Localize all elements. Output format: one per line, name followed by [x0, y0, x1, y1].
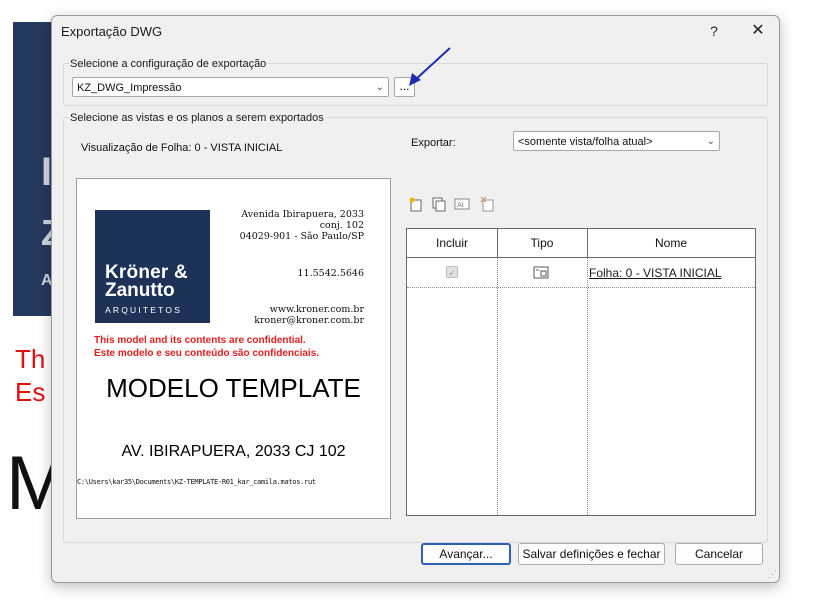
column-divider — [587, 229, 589, 258]
column-header-name[interactable]: Nome — [587, 229, 755, 258]
include-checkbox[interactable]: ✓ — [446, 266, 458, 278]
confidential-notice-en: This model and its contents are confiden… — [94, 335, 306, 346]
export-config-value: KZ_DWG_Impressão — [77, 82, 182, 94]
export-config-select[interactable]: KZ_DWG_Impressão ⌄ — [72, 77, 389, 97]
edit-config-button[interactable]: ... — [394, 77, 415, 97]
export-scope-select[interactable]: <somente vista/folha atual> ⌄ — [513, 131, 720, 151]
export-scope-value: <somente vista/folha atual> — [518, 136, 653, 148]
close-button[interactable]: ✕ — [746, 20, 770, 42]
export-dwg-dialog: Exportação DWG ? ✕ Selecione a configura… — [51, 15, 780, 583]
chevron-down-icon: ⌄ — [375, 82, 384, 93]
sheet-name-link[interactable]: Folha: 0 - VISTA INICIAL — [589, 266, 722, 280]
column-divider — [587, 258, 589, 515]
address-line: conj. 102 — [319, 220, 364, 231]
dialog-title: Exportação DWG — [61, 24, 163, 39]
views-table: Incluir Tipo Nome ✓ Folha: 0 - VISTA INI… — [406, 228, 756, 516]
background-red-text: Es — [15, 377, 46, 407]
email-text: kroner@kroner.com.br — [254, 315, 364, 326]
views-group-label: Selecione as vistas e os planos a serem … — [69, 112, 325, 124]
help-button[interactable]: ? — [703, 20, 725, 42]
sheet-icon — [533, 265, 549, 282]
sheet-preview: Kröner & Zanutto ARQUITETOS Avenida Ibir… — [76, 178, 391, 519]
rename-set-icon[interactable]: AI — [454, 196, 470, 212]
sheet-view-label: Visualização de Folha: 0 - VISTA INICIAL — [81, 142, 283, 154]
cancel-button[interactable]: Cancelar — [675, 543, 763, 565]
address-line: 04029-901 - São Paulo/SP — [239, 231, 364, 242]
next-button[interactable]: Avançar... — [421, 543, 511, 565]
company-logo: Kröner & Zanutto ARQUITETOS — [95, 210, 210, 323]
file-path-text: C:\Users\kar35\Documents\KZ-TEMPLATE-R01… — [77, 478, 316, 486]
column-divider — [497, 229, 499, 258]
save-and-close-button[interactable]: Salvar definições e fechar — [518, 543, 665, 565]
delete-set-icon[interactable] — [480, 196, 496, 212]
export-config-label: Selecione a configuração de exportação — [69, 58, 268, 70]
duplicate-set-icon[interactable] — [431, 196, 447, 212]
address-line: Avenida Ibirapuera, 2033 — [241, 209, 364, 220]
model-title: MODELO TEMPLATE — [106, 373, 361, 403]
phone-text: 11.5542.5646 — [297, 268, 364, 279]
table-row[interactable]: ✓ Folha: 0 - VISTA INICIAL — [407, 258, 755, 288]
column-header-type[interactable]: Tipo — [497, 229, 587, 258]
confidential-notice-pt: Este modelo e seu conteúdo são confidenc… — [94, 348, 320, 359]
logo-text: Zanutto — [105, 280, 175, 301]
background-red-text: Th — [15, 344, 46, 374]
new-set-icon[interactable] — [408, 196, 424, 212]
chevron-down-icon: ⌄ — [706, 136, 715, 147]
logo-subtext: ARQUITETOS — [105, 305, 183, 315]
column-header-include[interactable]: Incluir — [407, 229, 497, 258]
svg-text:AI: AI — [457, 201, 464, 209]
column-divider — [497, 258, 499, 515]
export-label: Exportar: — [411, 137, 456, 149]
website-text: www.kroner.com.br — [269, 304, 364, 315]
street-address: AV. IBIRAPUERA, 2033 CJ 102 — [121, 443, 346, 460]
resize-grip-icon[interactable]: ⋰ — [768, 569, 777, 580]
